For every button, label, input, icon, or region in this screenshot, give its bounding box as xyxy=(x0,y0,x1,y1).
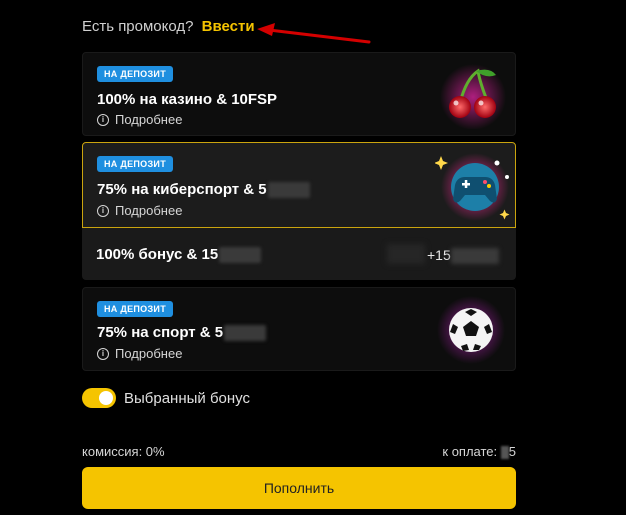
fee-text: комиссия: 0% xyxy=(82,444,165,459)
info-icon: i xyxy=(97,204,109,217)
details-link[interactable]: i Подробнее xyxy=(97,346,182,361)
blurred-text xyxy=(219,247,262,264)
blurred-text xyxy=(450,248,499,265)
info-icon: i xyxy=(97,113,109,126)
deposit-badge: НА ДЕПОЗИТ xyxy=(97,66,173,82)
toggle-knob xyxy=(99,391,113,405)
blurred-area xyxy=(387,244,425,264)
soccer-ball-icon xyxy=(437,296,505,364)
details-link[interactable]: i Подробнее xyxy=(97,112,182,127)
toggle-label: Выбранный бонус xyxy=(124,389,251,407)
deposit-badge: НА ДЕПОЗИТ xyxy=(97,301,173,317)
bonus-card-sport[interactable]: НА ДЕПОЗИТ 75% на спорт & 5 i Подробнее xyxy=(82,287,516,371)
info-icon: i xyxy=(97,347,109,360)
selected-bonus-toggle[interactable] xyxy=(82,388,116,408)
bonus-row-title: 100% бонус & 15 xyxy=(96,246,262,264)
gamepad-icon xyxy=(435,153,510,221)
bonus-card-title: 75% на спорт & 5 xyxy=(97,324,267,342)
selected-bonus-row[interactable]: 100% бонус & 15 +15 xyxy=(82,228,516,280)
bonus-card-title: 75% на киберспорт & 5 xyxy=(97,181,310,199)
blurred-text xyxy=(267,182,310,199)
bonus-card-esports[interactable]: НА ДЕПОЗИТ 75% на киберспорт & 5 i Подро… xyxy=(82,142,516,228)
promo-question: Есть промокод? xyxy=(82,18,194,35)
annotation-arrow-icon xyxy=(257,23,371,44)
details-link[interactable]: i Подробнее xyxy=(97,203,182,218)
deposit-button[interactable]: Пополнить xyxy=(82,467,516,509)
bonus-card-title: 100% на казино & 10FSP xyxy=(97,91,278,108)
promo-row: Есть промокод? Ввести xyxy=(82,18,255,35)
promo-enter-link[interactable]: Ввести xyxy=(202,18,255,35)
bonus-card-casino[interactable]: НА ДЕПОЗИТ 100% на казино & 10FSP i Подр… xyxy=(82,52,516,136)
selected-bonus-toggle-row: Выбранный бонус xyxy=(82,388,250,408)
deposit-badge: НА ДЕПОЗИТ xyxy=(97,156,173,172)
blurred-text xyxy=(500,446,509,460)
bonus-row-amount: +15 xyxy=(427,247,499,265)
blurred-text xyxy=(224,325,267,342)
pay-amount: к оплате: 5 xyxy=(442,444,516,460)
cherries-icon xyxy=(440,64,506,129)
